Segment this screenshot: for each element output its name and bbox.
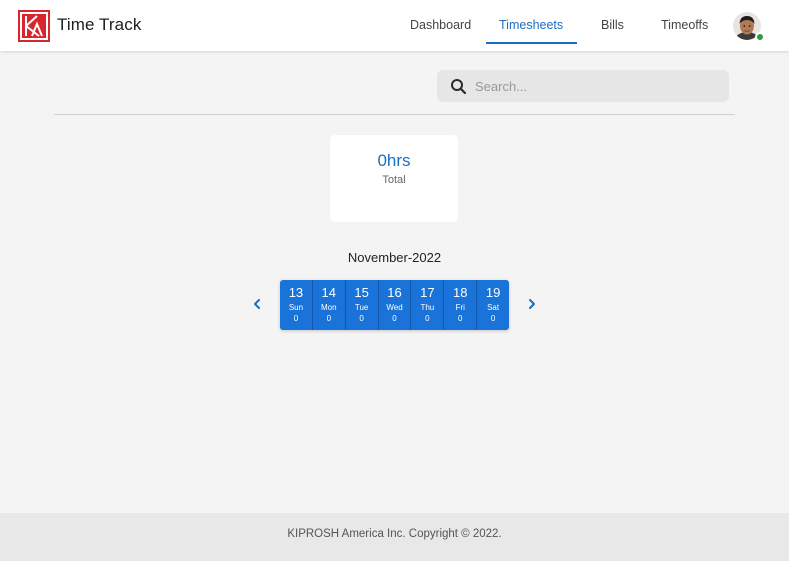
active-tab-indicator bbox=[486, 42, 577, 44]
search-input[interactable] bbox=[475, 76, 715, 96]
search-icon bbox=[451, 79, 467, 95]
day-cell-sat[interactable]: 19 Sat 0 bbox=[477, 280, 509, 330]
day-hours: 0 bbox=[458, 314, 463, 323]
day-weekday: Tue bbox=[354, 303, 369, 312]
day-date: 13 bbox=[288, 285, 304, 300]
chevron-left-icon[interactable] bbox=[251, 298, 263, 310]
total-hours-value: 0hrs bbox=[377, 151, 411, 170]
tab-bills[interactable]: Bills bbox=[601, 18, 624, 32]
day-hours: 0 bbox=[293, 314, 299, 323]
total-hours-label: Total bbox=[382, 174, 406, 186]
day-date: 17 bbox=[420, 285, 435, 300]
day-cell-wed[interactable]: 16 Wed 0 bbox=[379, 280, 412, 330]
online-status-indicator bbox=[755, 32, 765, 42]
tab-dashboard[interactable]: Dashboard bbox=[410, 18, 471, 32]
app-title: Time Track bbox=[57, 15, 142, 34]
day-hours: 0 bbox=[326, 314, 332, 323]
week-day-strip: 13 Sun 0 14 Mon 0 15 Tue 0 16 Wed 0 17 T… bbox=[280, 280, 509, 330]
top-navbar: Time Track Dashboard Timesheets Bills Ti… bbox=[0, 0, 789, 51]
day-hours: 0 bbox=[490, 314, 496, 323]
day-hours: 0 bbox=[392, 314, 397, 323]
day-weekday: Thu bbox=[420, 303, 435, 312]
day-cell-fri[interactable]: 18 Fri 0 bbox=[444, 280, 478, 330]
day-cell-sun[interactable]: 13 Sun 0 bbox=[280, 280, 313, 330]
section-divider bbox=[54, 114, 735, 115]
kiprosh-logo[interactable] bbox=[18, 10, 50, 42]
tab-timesheets[interactable]: Timesheets bbox=[499, 18, 563, 32]
day-cell-mon[interactable]: 14 Mon 0 bbox=[313, 280, 346, 330]
month-label: November-2022 bbox=[347, 250, 442, 265]
day-weekday: Sun bbox=[288, 303, 304, 312]
day-date: 18 bbox=[452, 285, 468, 300]
day-weekday: Mon bbox=[321, 303, 337, 312]
day-date: 19 bbox=[485, 285, 501, 300]
day-date: 14 bbox=[321, 285, 337, 300]
chevron-right-icon[interactable] bbox=[526, 298, 538, 310]
day-weekday: Fri bbox=[455, 303, 465, 312]
day-hours: 0 bbox=[359, 314, 364, 323]
search-box[interactable] bbox=[437, 70, 729, 102]
day-weekday: Sat bbox=[487, 303, 500, 312]
day-hours: 0 bbox=[425, 314, 430, 323]
tab-timeoffs[interactable]: Timeoffs bbox=[661, 18, 708, 32]
total-hours-card: 0hrs Total bbox=[330, 135, 458, 222]
page-footer: KIPROSH America Inc. Copyright © 2022. bbox=[0, 513, 789, 561]
day-cell-thu[interactable]: 17 Thu 0 bbox=[411, 280, 445, 330]
day-weekday: Wed bbox=[386, 303, 403, 312]
day-cell-tue[interactable]: 15 Tue 0 bbox=[346, 280, 379, 330]
day-date: 16 bbox=[387, 285, 402, 300]
copyright-text: KIPROSH America Inc. Copyright © 2022. bbox=[287, 528, 502, 540]
day-date: 15 bbox=[354, 285, 369, 300]
